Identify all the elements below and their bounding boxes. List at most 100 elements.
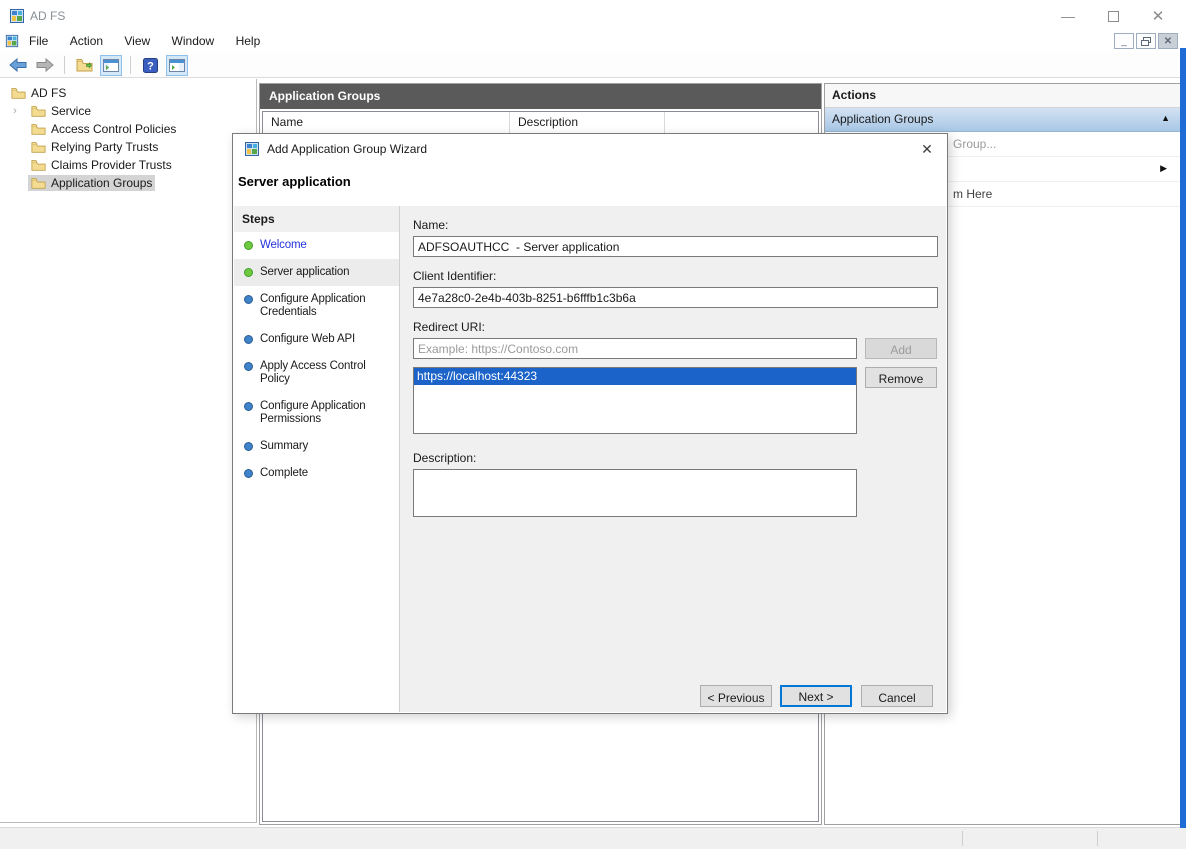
close-icon: ✕ [1152,7,1165,25]
close-icon: ✕ [921,141,933,158]
remove-button[interactable]: Remove [865,367,937,388]
status-bar-divider [1097,831,1098,846]
restore-icon [1141,37,1151,46]
toolbar-separator [130,56,131,74]
step-todo-bullet [244,469,253,478]
tree-item-service[interactable]: › Service [0,102,256,120]
svg-text:?: ? [147,60,154,72]
column-header-name[interactable]: Name [263,112,510,133]
forward-arrow-icon [36,58,54,72]
tree-item-claims-provider-trusts[interactable]: Claims Provider Trusts [0,156,256,174]
expand-chevron-icon[interactable]: › [10,105,20,117]
folder-icon [31,159,46,171]
step-configure-web-api: Configure Web API [234,326,399,353]
step-server-application: Server application [234,259,399,286]
wizard-step-heading: Server application [238,174,351,189]
folder-icon [31,177,46,189]
window-title: AD FS [30,0,65,32]
mdi-restore-button[interactable] [1136,33,1156,49]
step-done-bullet [244,268,253,277]
menu-file[interactable]: File [20,32,57,50]
wizard-title-bar: Add Application Group Wizard ✕ [233,134,947,164]
window-accent-border [1180,48,1186,828]
step-configure-application-credentials: Configure Application Credentials [234,286,399,326]
close-icon: ✕ [1164,36,1172,47]
next-button[interactable]: Next > [780,685,852,707]
redirect-uri-listbox[interactable]: https://localhost:44323 [413,367,857,434]
menu-help[interactable]: Help [227,32,270,50]
column-header-empty [665,112,818,133]
menu-view[interactable]: View [115,32,159,50]
step-configure-application-permissions: Configure Application Permissions [234,393,399,433]
action-pane-icon [169,59,185,72]
tree-item-relying-party-trusts[interactable]: Relying Party Trusts [0,138,256,156]
steps-header: Steps [234,206,399,232]
submenu-arrow-icon: ▶ [1160,163,1167,174]
description-textarea[interactable] [413,469,857,517]
cancel-button[interactable]: Cancel [861,685,933,707]
actions-group-header[interactable]: Application Groups ▲ [825,108,1180,132]
window-maximize-button[interactable] [1092,0,1134,32]
console-tree-panel: AD FS › Service Access Control Policies … [0,79,257,823]
show-action-pane-button[interactable] [166,55,188,76]
step-todo-bullet [244,335,253,344]
client-identifier-input[interactable] [413,287,938,308]
status-bar-divider [962,831,963,846]
tree-item-application-groups[interactable]: Application Groups [0,174,256,192]
column-header-description[interactable]: Description [510,112,665,133]
step-todo-bullet [244,295,253,304]
show-console-tree-button[interactable] [100,55,122,76]
step-summary: Summary [234,433,399,460]
folder-icon [31,141,46,153]
column-header-row: Name Description [263,112,818,134]
list-panel-header: Application Groups [260,84,821,109]
status-bar [0,827,1186,849]
maximize-icon [1108,11,1119,22]
add-application-group-wizard-dialog: Add Application Group Wizard ✕ Server ap… [232,133,948,714]
adfs-app-icon [244,141,260,160]
folder-icon [31,105,46,117]
mdi-close-button[interactable]: ✕ [1158,33,1178,49]
step-todo-bullet [244,362,253,371]
redirect-uri-list-item-selected[interactable]: https://localhost:44323 [414,368,856,385]
wizard-title: Add Application Group Wizard [267,134,427,164]
tree-item-adfs-root[interactable]: AD FS [0,84,256,102]
tree-item-access-control-policies[interactable]: Access Control Policies [0,120,256,138]
wizard-steps-panel: Steps Welcome Server application Configu… [234,206,400,712]
folder-icon [11,87,26,99]
export-list-button[interactable] [73,55,95,76]
step-done-bullet [244,241,253,250]
window-minimize-button[interactable]: — [1047,0,1089,32]
folder-export-icon [76,58,93,72]
step-todo-bullet [244,442,253,451]
help-icon: ? [143,58,158,73]
menu-action[interactable]: Action [61,32,112,50]
previous-button[interactable]: < Previous [700,685,772,707]
wizard-content-area: Name: Client Identifier: Redirect URI: A… [400,206,946,712]
client-identifier-label: Client Identifier: [413,269,496,283]
step-apply-access-control-policy: Apply Access Control Policy [234,353,399,393]
console-tree-icon [103,59,119,72]
window-close-button[interactable]: ✕ [1137,0,1179,32]
redirect-uri-input[interactable] [413,338,857,359]
name-label: Name: [413,218,448,232]
forward-button[interactable] [34,55,56,76]
collapse-arrow-icon[interactable]: ▲ [1161,113,1170,123]
adfs-app-icon [9,8,25,27]
description-label: Description: [413,451,476,465]
toolbar: ? [0,53,1186,78]
step-welcome[interactable]: Welcome [234,232,399,259]
help-button[interactable]: ? [139,55,161,76]
back-button[interactable] [7,55,29,76]
menu-window[interactable]: Window [163,32,224,50]
toolbar-separator [64,56,65,74]
mdi-window-controls: _ ✕ [1114,33,1178,49]
adfs-app-icon-small [5,34,19,51]
mdi-minimize-button[interactable]: _ [1114,33,1134,49]
main-title-bar: AD FS — ✕ [0,0,1186,32]
redirect-uri-label: Redirect URI: [413,320,485,334]
add-button[interactable]: Add [865,338,937,359]
wizard-close-button[interactable]: ✕ [913,138,941,160]
name-input[interactable] [413,236,938,257]
back-arrow-icon [9,58,27,72]
